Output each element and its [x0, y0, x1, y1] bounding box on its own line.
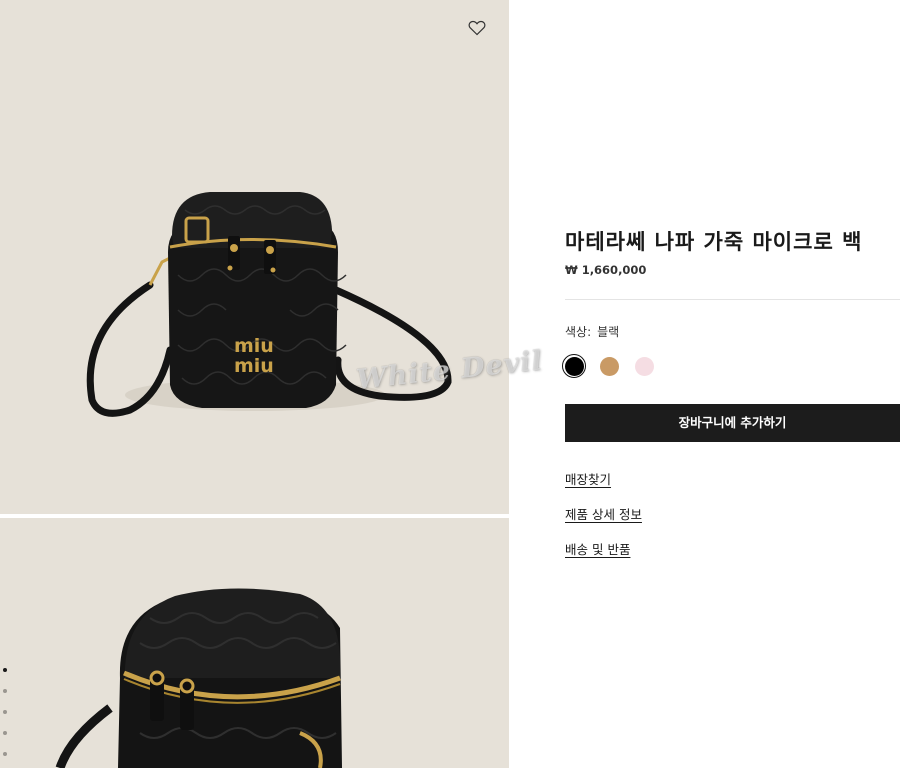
- color-selector-label: 색상: 블랙: [565, 323, 619, 340]
- color-value: 블랙: [597, 325, 620, 339]
- gallery-dot[interactable]: [3, 731, 7, 735]
- color-label: 색상:: [565, 325, 592, 339]
- wishlist-button[interactable]: [466, 17, 488, 39]
- product-page: miu miu White Devil 마테라쎄 나파 가죽 마이크로 백 ₩ …: [0, 0, 900, 768]
- swatch-black-fill: [564, 356, 584, 376]
- gallery-dot[interactable]: [3, 668, 7, 672]
- bag-logo-line-2: miu: [234, 355, 274, 377]
- product-image-detail: [0, 518, 509, 768]
- swatch-tan[interactable]: [597, 354, 621, 378]
- gallery-dot[interactable]: [3, 752, 7, 756]
- heart-outline-icon: [468, 20, 486, 36]
- divider: [565, 299, 900, 300]
- swatch-pink-fill: [634, 356, 654, 376]
- swatch-tan-fill: [599, 356, 619, 376]
- color-swatches: [562, 354, 667, 378]
- find-store-link[interactable]: 매장찾기: [565, 469, 611, 488]
- swatch-black[interactable]: [562, 354, 586, 378]
- gallery-dot[interactable]: [3, 689, 7, 693]
- gallery-pagination: [3, 668, 11, 768]
- bag-illustration-closeup: [55, 588, 342, 768]
- shipping-returns-link[interactable]: 배송 및 반품: [565, 539, 630, 558]
- product-title: 마테라쎄 나파 가죽 마이크로 백: [565, 230, 863, 254]
- product-image-main: miu miu: [0, 0, 509, 514]
- swatch-pink[interactable]: [632, 354, 656, 378]
- product-price: ₩ 1,660,000: [565, 263, 647, 277]
- product-details-link[interactable]: 제품 상세 정보: [565, 504, 642, 523]
- bag-logo-line-1: miu: [234, 335, 274, 357]
- add-to-cart-button[interactable]: 장바구니에 추가하기: [565, 404, 900, 442]
- gallery-dot[interactable]: [3, 710, 7, 714]
- product-gallery: miu miu White Devil: [0, 0, 544, 768]
- bag-illustration-front: miu miu: [86, 192, 452, 417]
